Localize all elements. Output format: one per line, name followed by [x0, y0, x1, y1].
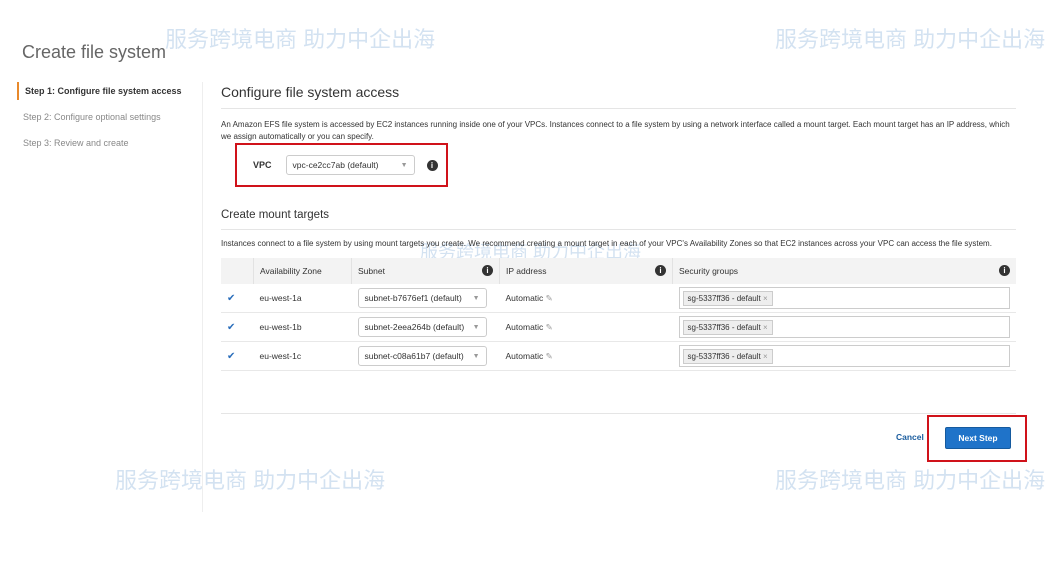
sg-value: sg-5337ff36 - default	[687, 293, 761, 303]
remove-icon[interactable]: ×	[763, 294, 768, 303]
sg-value: sg-5337ff36 - default	[687, 322, 761, 332]
subnet-value: subnet-b7676ef1 (default)	[364, 293, 462, 303]
ip-cell[interactable]: Automatic ✎	[499, 341, 673, 371]
page-title: Create file system	[22, 42, 167, 62]
subnet-value: subnet-2eea264b (default)	[364, 322, 465, 332]
subnet-select[interactable]: subnet-2eea264b (default) ▼	[357, 317, 487, 337]
steps-nav: Step 1: Configure file system access Ste…	[17, 82, 203, 512]
footer-divider	[221, 413, 1016, 414]
description: An Amazon EFS file system is accessed by…	[221, 120, 1010, 141]
pencil-icon[interactable]: ✎	[546, 293, 553, 303]
ip-cell[interactable]: Automatic ✎	[499, 284, 673, 313]
step-2[interactable]: Step 2: Configure optional settings	[17, 108, 202, 126]
sg-tag: sg-5337ff36 - default ×	[682, 348, 773, 364]
info-icon[interactable]: i	[655, 265, 666, 276]
subnet-select[interactable]: subnet-c08a61b7 (default) ▼	[357, 346, 487, 366]
security-groups-input[interactable]: sg-5337ff36 - default ×	[678, 316, 1010, 338]
subnet-select[interactable]: subnet-b7676ef1 (default) ▼	[357, 288, 487, 308]
security-groups-input[interactable]: sg-5337ff36 - default ×	[678, 287, 1010, 309]
remove-icon[interactable]: ×	[763, 352, 768, 361]
header-ip-label: IP address	[506, 266, 547, 276]
mount-title: Create mount targets	[221, 209, 1016, 230]
pencil-icon[interactable]: ✎	[546, 322, 553, 332]
subnet-value: subnet-c08a61b7 (default)	[364, 351, 464, 361]
row-checkbox[interactable]: ✔	[221, 341, 254, 371]
chevron-down-icon: ▼	[472, 352, 480, 360]
az: eu-west-1a	[253, 284, 352, 313]
chevron-down-icon: ▼	[472, 294, 480, 302]
header-subnet: Subnet i	[351, 258, 500, 284]
header-az: Availability Zone	[253, 258, 352, 284]
mount-description: Instances connect to a file system by us…	[221, 239, 992, 248]
az: eu-west-1c	[253, 341, 352, 371]
header-check	[221, 258, 254, 284]
table-row: ✔ eu-west-1b subnet-2eea264b (default) ▼ …	[221, 312, 1016, 342]
table-row: ✔ eu-west-1c subnet-c08a61b7 (default) ▼ …	[221, 341, 1016, 371]
security-groups-input[interactable]: sg-5337ff36 - default ×	[678, 345, 1010, 367]
sg-tag: sg-5337ff36 - default ×	[682, 290, 773, 306]
watermark: 服务跨境电商 助力中企出海	[165, 27, 436, 52]
watermark: 服务跨境电商 助力中企出海	[775, 27, 1046, 52]
chevron-down-icon: ▼	[472, 323, 480, 331]
ip-value: Automatic	[505, 292, 544, 303]
cancel-button[interactable]: Cancel	[896, 432, 924, 442]
row-checkbox[interactable]: ✔	[221, 284, 254, 313]
remove-icon[interactable]: ×	[763, 323, 768, 332]
sg-tag: sg-5337ff36 - default ×	[682, 319, 773, 335]
highlight-box	[235, 143, 448, 187]
highlight-box	[927, 415, 1027, 462]
header-sg: Security groups i	[672, 258, 1016, 284]
step-1[interactable]: Step 1: Configure file system access	[17, 82, 202, 100]
header-ip: IP address i	[499, 258, 673, 284]
ip-cell[interactable]: Automatic ✎	[499, 312, 673, 342]
ip-value: Automatic	[505, 321, 544, 332]
pencil-icon[interactable]: ✎	[546, 351, 553, 361]
row-checkbox[interactable]: ✔	[221, 312, 254, 342]
header-sg-label: Security groups	[679, 266, 739, 276]
info-icon[interactable]: i	[482, 265, 493, 276]
section-title: Configure file system access	[221, 84, 1016, 109]
info-icon[interactable]: i	[999, 265, 1010, 276]
sg-value: sg-5337ff36 - default	[687, 351, 761, 361]
mount-targets-table: Availability Zone Subnet i IP address i Se…	[221, 258, 1016, 371]
step-3[interactable]: Step 3: Review and create	[17, 134, 202, 152]
header-subnet-label: Subnet	[358, 266, 385, 276]
watermark: 服务跨境电商 助力中企出海	[775, 468, 1046, 493]
az: eu-west-1b	[253, 312, 352, 342]
table-row: ✔ eu-west-1a subnet-b7676ef1 (default) ▼ …	[221, 284, 1016, 313]
ip-value: Automatic	[505, 350, 544, 361]
